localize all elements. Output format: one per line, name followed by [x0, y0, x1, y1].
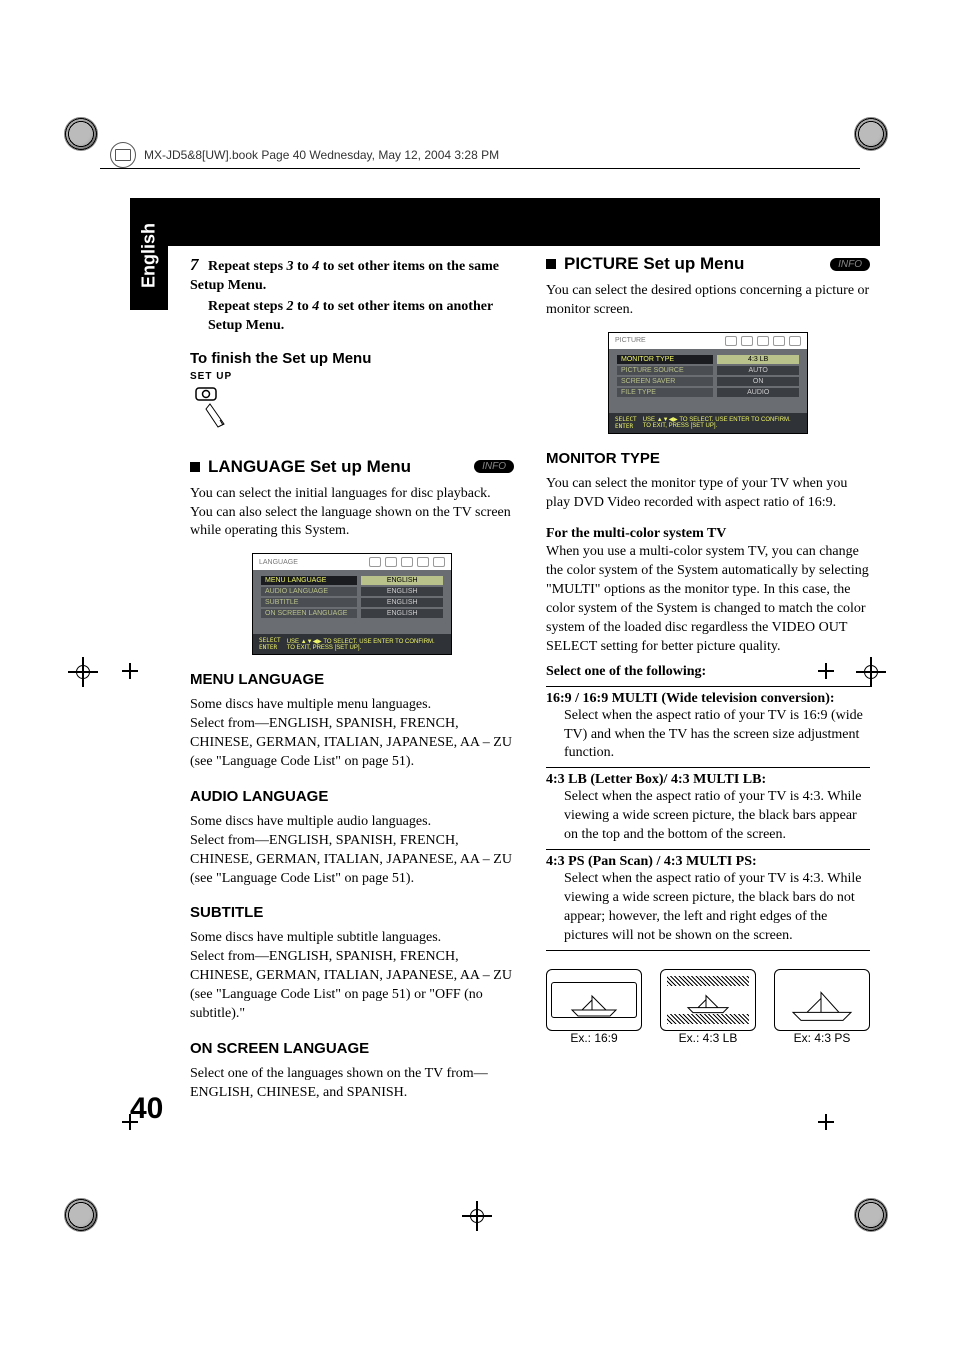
osd-row-label: MENU LANGUAGE — [261, 576, 357, 585]
osd-row-label: SUBTITLE — [261, 598, 357, 607]
square-bullet-icon — [546, 259, 556, 269]
osd-row-value: ENGLISH — [361, 609, 443, 618]
print-cross-left — [68, 657, 98, 687]
print-tick-ibr — [818, 1114, 834, 1130]
option-4-3-lb-heading: 4:3 LB (Letter Box)/ 4:3 MULTI LB: — [546, 772, 870, 788]
osd-tab-icons — [725, 336, 801, 346]
osd-tab-icons — [369, 557, 445, 567]
menu-language-p2: Select from—ENGLISH, SPANISH, FRENCH, CH… — [190, 715, 514, 772]
page-header: MX-JD5&8[UW].book Page 40 Wednesday, May… — [110, 142, 499, 168]
remote-setup-icon — [190, 384, 236, 430]
multi-color-heading: For the multi-color system TV — [546, 525, 870, 544]
picture-section-heading: PICTURE Set up Menu INFO — [546, 254, 870, 274]
osd-row-label: SCREEN SAVER — [617, 377, 713, 386]
osd-picture: PICTURE MONITOR TYPE 4:3 LB PICTURE SOURC… — [608, 332, 808, 434]
audio-language-p1: Some discs have multiple audio languages… — [190, 813, 514, 832]
page-number: 40 — [130, 1092, 163, 1126]
aspect-16-9-label: Ex.: 16:9 — [546, 1031, 642, 1045]
title-band — [130, 198, 880, 246]
right-column: PICTURE Set up Menu INFO You can select … — [546, 254, 870, 1103]
osd-row-value: ON — [717, 377, 799, 386]
language-section-title: LANGUAGE Set up Menu — [208, 457, 411, 477]
option-4-3-ps-heading: 4:3 PS (Pan Scan) / 4:3 MULTI PS: — [546, 854, 870, 870]
step-7-line1: 7 Repeat steps 3 to 4 to set other items… — [190, 254, 514, 296]
osd-row-label: PICTURE SOURCE — [617, 366, 713, 375]
language-section-heading: LANGUAGE Set up Menu INFO — [190, 457, 514, 477]
osd-foot-left: SELECT ENTER — [259, 637, 281, 651]
osd-row-value: AUTO — [717, 366, 799, 375]
header-text: MX-JD5&8[UW].book Page 40 Wednesday, May… — [144, 148, 499, 162]
osd-picture-title: PICTURE — [615, 337, 646, 344]
osd-row-value: ENGLISH — [361, 576, 443, 585]
left-column: 7 Repeat steps 3 to 4 to set other items… — [190, 254, 514, 1103]
print-tick-il — [122, 663, 138, 679]
subtitle-p1: Some discs have multiple subtitle langua… — [190, 929, 514, 948]
audio-language-heading: AUDIO LANGUAGE — [190, 788, 514, 805]
option-4-3-ps-body: Select when the aspect ratio of your TV … — [564, 870, 870, 946]
monitor-type-p: You can select the monitor type of your … — [546, 475, 870, 513]
print-ring-tr — [854, 117, 888, 151]
language-intro: You can select the initial languages for… — [190, 485, 514, 542]
osd-foot-right: USE ▲▼◀▶ TO SELECT. USE ENTER TO CONFIRM… — [287, 638, 435, 651]
aspect-examples: Ex.: 16:9 Ex.: 4:3 LB Ex: 4:3 PS — [546, 969, 870, 1045]
step-7-line2: Repeat steps 2 to 4 to set other items o… — [190, 298, 514, 336]
divider — [546, 950, 870, 951]
picture-intro: You can select the desired options conce… — [546, 282, 870, 320]
print-cross-bottom — [462, 1201, 492, 1231]
header-rule — [100, 168, 860, 169]
osd-foot-right: USE ▲▼◀▶ TO SELECT. USE ENTER TO CONFIRM… — [643, 416, 791, 429]
aspect-4-3-ps-icon — [774, 969, 870, 1031]
divider — [546, 767, 870, 768]
osd-row-value: AUDIO — [717, 388, 799, 397]
info-badge: INFO — [474, 460, 514, 473]
osd-row-label: MONITOR TYPE — [617, 355, 713, 364]
osd-row-label: ON SCREEN LANGUAGE — [261, 609, 357, 618]
print-ring-br — [854, 1198, 888, 1232]
info-badge: INFO — [830, 258, 870, 271]
book-icon — [110, 142, 136, 168]
on-screen-language-heading: ON SCREEN LANGUAGE — [190, 1040, 514, 1057]
osd-row-value: ENGLISH — [361, 587, 443, 596]
subtitle-heading: SUBTITLE — [190, 904, 514, 921]
aspect-4-3-lb-label: Ex.: 4:3 LB — [660, 1031, 756, 1045]
aspect-4-3-lb-icon — [660, 969, 756, 1031]
square-bullet-icon — [190, 462, 200, 472]
osd-row-value: 4:3 LB — [717, 355, 799, 364]
aspect-4-3-ps-label: Ex: 4:3 PS — [774, 1031, 870, 1045]
audio-language-p2: Select from—ENGLISH, SPANISH, FRENCH, CH… — [190, 832, 514, 889]
select-one-heading: Select one of the following: — [546, 663, 870, 682]
multi-color-p: When you use a multi-color system TV, yo… — [546, 543, 870, 656]
option-16-9-heading: 16:9 / 16:9 MULTI (Wide television conve… — [546, 691, 870, 707]
on-screen-language-p: Select one of the languages shown on the… — [190, 1065, 514, 1103]
menu-language-p1: Some discs have multiple menu languages. — [190, 696, 514, 715]
finish-heading: To finish the Set up Menu — [190, 350, 514, 367]
monitor-type-heading: MONITOR TYPE — [546, 450, 870, 467]
print-ring-tl — [64, 117, 98, 151]
option-4-3-lb-body: Select when the aspect ratio of your TV … — [564, 788, 870, 845]
picture-section-title: PICTURE Set up Menu — [564, 254, 744, 274]
option-16-9-body: Select when the aspect ratio of your TV … — [564, 707, 870, 764]
setup-label: SET UP — [190, 371, 514, 382]
print-ring-bl — [64, 1198, 98, 1232]
osd-row-label: FILE TYPE — [617, 388, 713, 397]
osd-row-value: ENGLISH — [361, 598, 443, 607]
osd-language: LANGUAGE MENU LANGUAGE ENGLISH AUDIO LANG… — [252, 553, 452, 655]
divider — [546, 849, 870, 850]
osd-foot-left: SELECT ENTER — [615, 416, 637, 430]
osd-language-title: LANGUAGE — [259, 559, 298, 566]
osd-row-label: AUDIO LANGUAGE — [261, 587, 357, 596]
aspect-16-9-icon — [546, 969, 642, 1031]
divider — [546, 686, 870, 687]
subtitle-p2: Select from—ENGLISH, SPANISH, FRENCH, CH… — [190, 948, 514, 1024]
language-tab: English — [130, 200, 168, 310]
menu-language-heading: MENU LANGUAGE — [190, 671, 514, 688]
